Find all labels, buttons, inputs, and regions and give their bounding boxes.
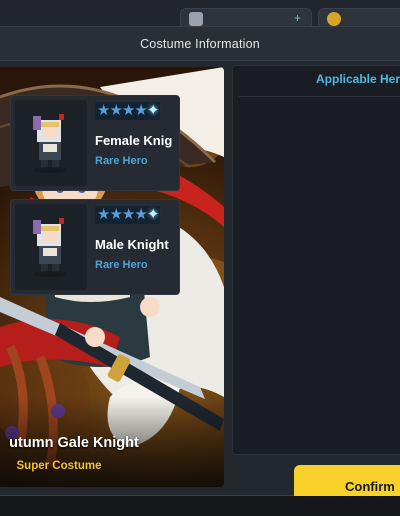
star-icon: ★ xyxy=(134,206,148,223)
add-icon[interactable]: + xyxy=(294,11,301,25)
hero-rarity: Rare Hero xyxy=(95,155,148,167)
hero-name: Female Knig xyxy=(95,133,173,148)
hero-rarity: Rare Hero xyxy=(95,259,148,271)
hero-portrait xyxy=(15,100,87,186)
dialog-header: Costume Information xyxy=(0,27,400,61)
star-rating: ★★★★✦ xyxy=(95,102,161,120)
helmet-resource-icon xyxy=(189,12,203,26)
star-icon: ✦ xyxy=(146,102,160,119)
star-icon: ★ xyxy=(134,102,148,119)
star-icon: ✦ xyxy=(146,206,160,223)
divider xyxy=(239,96,400,97)
hero-card-female-knight[interactable]: ★★★★✦ Female Knig Rare Hero xyxy=(10,95,180,191)
star-icon: ★ xyxy=(109,206,123,223)
hero-portrait xyxy=(15,204,87,290)
hero-card-male-knight[interactable]: ★★★★✦ Male Knight Rare Hero xyxy=(10,199,180,295)
hero-name: Male Knight xyxy=(95,237,169,252)
costume-grade: Super Costume xyxy=(16,460,102,472)
star-icon: ★ xyxy=(109,102,123,119)
star-icon: ★ xyxy=(97,102,111,119)
applicable-heroes-panel: Applicable Her xyxy=(232,65,400,455)
confirm-label: Confirm xyxy=(345,479,395,494)
top-resource-bar: + xyxy=(0,0,400,30)
star-icon: ★ xyxy=(121,102,136,119)
knight-helmet-icon xyxy=(33,114,66,173)
star-icon: ★ xyxy=(97,206,111,223)
bottom-bar xyxy=(0,496,400,516)
star-icon: ★ xyxy=(121,206,136,223)
costume-name: utumn Gale Knight xyxy=(9,435,139,451)
dialog-title: Costume Information xyxy=(140,37,260,51)
gold-coin-icon xyxy=(327,12,341,26)
knight-helmet-icon xyxy=(33,218,66,277)
applicable-heroes-title: Applicable Her xyxy=(316,72,400,86)
star-rating: ★★★★✦ xyxy=(95,206,161,224)
costume-dialog: Costume Information utumn Gale Knight Su… xyxy=(0,26,400,509)
